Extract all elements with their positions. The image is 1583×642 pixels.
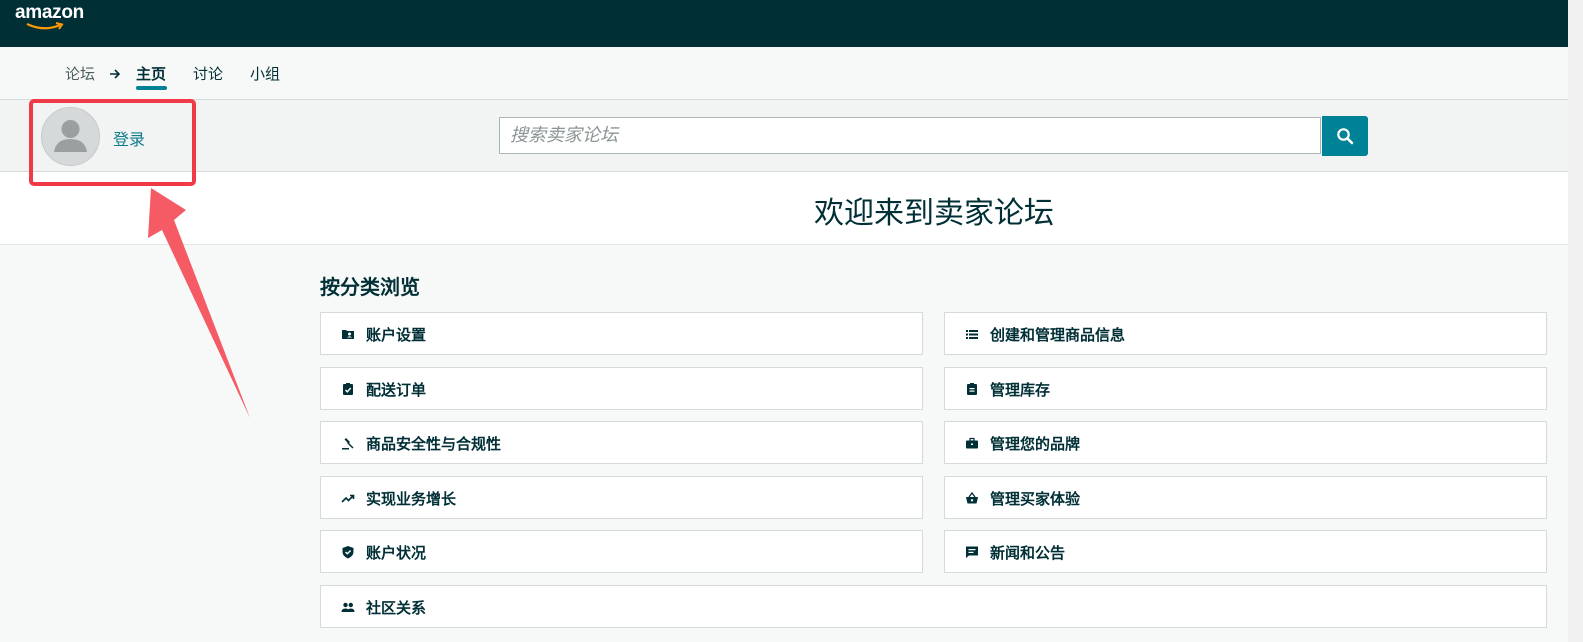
- search-button[interactable]: [1322, 116, 1368, 156]
- category-label: 创建和管理商品信息: [990, 326, 1126, 344]
- category-news-announcements[interactable]: 新闻和公告: [944, 530, 1547, 573]
- category-manage-brand[interactable]: 管理您的品牌: [944, 421, 1547, 464]
- category-label: 新闻和公告: [990, 544, 1066, 562]
- scrollbar[interactable]: [1568, 0, 1583, 642]
- category-label: 管理买家体验: [990, 490, 1081, 508]
- arrow-right-icon: [110, 69, 121, 79]
- briefcase-icon: [966, 437, 978, 449]
- category-community-relations[interactable]: 社区关系: [320, 585, 1547, 628]
- category-label: 社区关系: [366, 599, 427, 617]
- category-grow-business[interactable]: 实现业务增长: [320, 476, 923, 519]
- shield-check-icon: [342, 546, 354, 559]
- clipboard-check-icon: [343, 383, 353, 395]
- forum-search-input[interactable]: [499, 117, 1321, 154]
- gavel-icon: [342, 438, 354, 450]
- user-avatar[interactable]: [41, 107, 100, 166]
- list-icon: [966, 330, 978, 339]
- forum-nav-bar: 论坛 主页 讨论 小组: [0, 47, 1568, 100]
- category-label: 管理您的品牌: [990, 435, 1081, 453]
- welcome-title: 欢迎来到卖家论坛: [814, 196, 1054, 231]
- category-label: 账户状况: [366, 544, 427, 562]
- breadcrumb-forum[interactable]: 论坛: [65, 63, 95, 84]
- category-account-health[interactable]: 账户状况: [320, 530, 923, 573]
- amazon-smile-icon: [26, 22, 64, 30]
- category-label: 管理库存: [990, 381, 1051, 399]
- people-icon: [341, 602, 355, 612]
- person-icon: [54, 120, 87, 152]
- category-fulfill-orders[interactable]: 配送订单: [320, 367, 923, 410]
- tab-groups[interactable]: 小组: [250, 63, 280, 84]
- top-bar: amazon: [0, 0, 1568, 47]
- category-label: 实现业务增长: [366, 490, 457, 508]
- clipboard-icon: [967, 383, 977, 395]
- category-label: 配送订单: [366, 381, 427, 399]
- login-link[interactable]: 登录: [113, 126, 145, 150]
- tab-home[interactable]: 主页: [136, 63, 166, 84]
- tab-discussions[interactable]: 讨论: [193, 63, 223, 84]
- browse-by-category-heading: 按分类浏览: [320, 275, 420, 299]
- category-label: 商品安全性与合规性: [366, 435, 502, 453]
- category-product-safety-compliance[interactable]: 商品安全性与合规性: [320, 421, 923, 464]
- account-card-icon: [342, 330, 354, 339]
- amazon-logo[interactable]: amazon: [15, 2, 84, 24]
- category-manage-inventory[interactable]: 管理库存: [944, 367, 1547, 410]
- category-customer-experience[interactable]: 管理买家体验: [944, 476, 1547, 519]
- category-create-manage-listings[interactable]: 创建和管理商品信息: [944, 312, 1547, 355]
- category-account-settings[interactable]: 账户设置: [320, 312, 923, 355]
- trending-up-icon: [341, 494, 355, 503]
- search-icon: [1337, 128, 1354, 145]
- announcement-icon: [966, 546, 978, 558]
- active-tab-indicator: [136, 86, 167, 90]
- category-label: 账户设置: [366, 326, 427, 344]
- basket-icon: [966, 491, 978, 504]
